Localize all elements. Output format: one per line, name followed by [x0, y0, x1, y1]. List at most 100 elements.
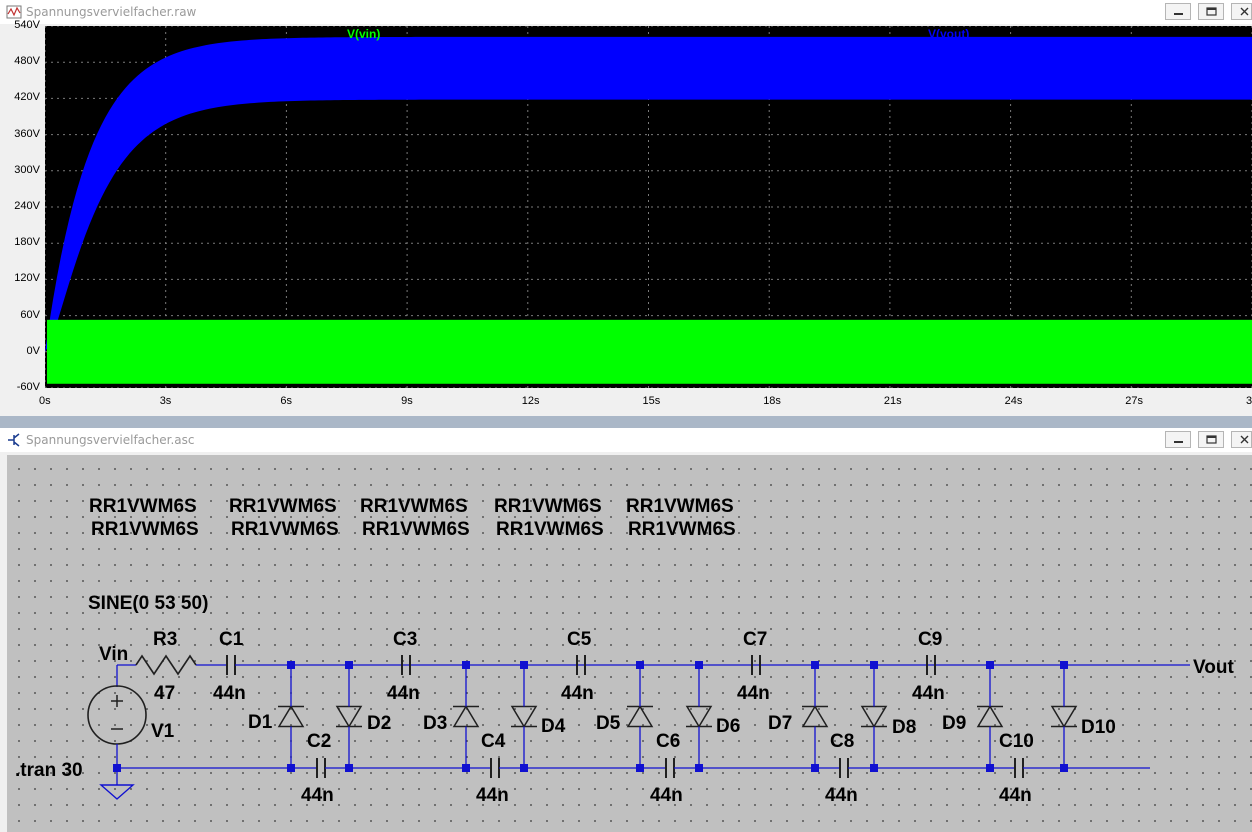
junction-node[interactable]: [345, 764, 353, 772]
diode-name-label[interactable]: D4: [541, 716, 566, 737]
diode-symbol[interactable]: [277, 705, 305, 728]
diode-name-label[interactable]: D3: [423, 713, 447, 734]
junction-node[interactable]: [636, 764, 644, 772]
capacitor-value-label[interactable]: 44n: [912, 683, 945, 704]
junction-node[interactable]: [287, 764, 295, 772]
diode-model-label[interactable]: RR1VWM6S: [229, 496, 337, 517]
vin-trace-label[interactable]: V(vin): [347, 27, 380, 41]
resistor-value-label[interactable]: 47: [154, 683, 175, 704]
input-net-label[interactable]: Vin: [99, 644, 128, 665]
diode-symbol[interactable]: [685, 705, 713, 728]
diode-model-label[interactable]: RR1VWM6S: [231, 519, 339, 540]
capacitor-name-label[interactable]: C3: [393, 629, 417, 650]
junction-node[interactable]: [870, 661, 878, 669]
junction-node[interactable]: [520, 764, 528, 772]
close-icon: [1240, 435, 1249, 444]
diode-model-label[interactable]: RR1VWM6S: [91, 519, 199, 540]
capacitor-name-label[interactable]: C8: [830, 731, 854, 752]
diode-model-label[interactable]: RR1VWM6S: [362, 519, 470, 540]
junction-node[interactable]: [986, 764, 994, 772]
capacitor-name-label[interactable]: C2: [307, 731, 331, 752]
diode-model-label[interactable]: RR1VWM6S: [628, 519, 736, 540]
vout-trace-label[interactable]: V(vout): [928, 27, 969, 41]
y-tick-label: 60V: [20, 308, 40, 321]
diode-name-label[interactable]: D7: [768, 713, 792, 734]
diode-model-label[interactable]: RR1VWM6S: [494, 496, 602, 517]
capacitor-value-label[interactable]: 44n: [825, 785, 858, 806]
junction-node[interactable]: [636, 661, 644, 669]
diode-name-label[interactable]: D6: [716, 716, 740, 737]
capacitor-value-label[interactable]: 44n: [737, 683, 770, 704]
junction-node[interactable]: [1060, 661, 1068, 669]
output-net-label[interactable]: Vout: [1193, 657, 1234, 678]
schematic-close-button[interactable]: [1231, 431, 1252, 448]
diode-name-label[interactable]: D2: [367, 713, 391, 734]
capacitor-value-label[interactable]: 44n: [650, 785, 683, 806]
diode-model-label[interactable]: RR1VWM6S: [360, 496, 468, 517]
junction-node[interactable]: [462, 661, 470, 669]
junction-node[interactable]: [462, 764, 470, 772]
junction-node[interactable]: [345, 661, 353, 669]
diode-model-label[interactable]: RR1VWM6S: [626, 496, 734, 517]
junction-node[interactable]: [287, 661, 295, 669]
capacitor-name-label[interactable]: C4: [481, 731, 506, 752]
diode-name-label[interactable]: D10: [1081, 717, 1116, 738]
diode-name-label[interactable]: D5: [596, 713, 621, 734]
x-tick-label: 24s: [1004, 395, 1023, 407]
schematic-titlebar[interactable]: Spannungsvervielfacher.asc: [0, 428, 1252, 452]
plot-area[interactable]: V(vin) V(vout): [45, 26, 1252, 388]
x-tick-label: 3s: [159, 395, 172, 407]
diode-symbol[interactable]: [801, 705, 829, 728]
capacitor-value-label[interactable]: 44n: [561, 683, 594, 704]
capacitor-value-label[interactable]: 44n: [213, 683, 246, 704]
ground-icon[interactable]: [99, 784, 135, 800]
diode-name-label[interactable]: D1: [248, 712, 273, 733]
source-value-label[interactable]: SINE(0 53 50): [88, 593, 208, 614]
diode-name-label[interactable]: D9: [942, 713, 966, 734]
schematic-minimize-button[interactable]: [1165, 431, 1191, 448]
junction-node[interactable]: [695, 764, 703, 772]
capacitor-value-label[interactable]: 44n: [999, 785, 1032, 806]
capacitor-name-label[interactable]: C7: [743, 629, 767, 650]
minimize-button[interactable]: [1165, 3, 1191, 20]
capacitor-value-label[interactable]: 44n: [301, 785, 334, 806]
tran-directive-label[interactable]: .tran 30: [15, 760, 83, 781]
close-icon: [1240, 7, 1249, 16]
schematic-restore-button[interactable]: [1198, 431, 1224, 448]
capacitor-name-label[interactable]: C6: [656, 731, 680, 752]
capacitor-name-label[interactable]: C10: [999, 731, 1034, 752]
diode-symbol[interactable]: [335, 705, 363, 728]
junction-node[interactable]: [986, 661, 994, 669]
diode-symbol[interactable]: [626, 705, 654, 728]
capacitor-value-label[interactable]: 44n: [476, 785, 509, 806]
junction-node[interactable]: [811, 764, 819, 772]
close-button[interactable]: [1231, 3, 1252, 20]
resistor-symbol[interactable]: [135, 654, 197, 676]
capacitor-name-label[interactable]: C9: [918, 629, 942, 650]
y-tick-label: 0V: [26, 344, 40, 357]
diode-symbol[interactable]: [510, 705, 538, 728]
capacitor-name-label[interactable]: C1: [219, 629, 244, 650]
diode-symbol[interactable]: [1050, 705, 1078, 728]
diode-symbol[interactable]: [860, 705, 888, 728]
plot-titlebar[interactable]: Spannungsvervielfacher.raw: [0, 0, 1252, 24]
y-tick-label: 180V: [14, 236, 40, 249]
junction-node[interactable]: [695, 661, 703, 669]
resistor-name-label[interactable]: R3: [153, 629, 177, 650]
junction-node[interactable]: [520, 661, 528, 669]
capacitor-name-label[interactable]: C5: [567, 629, 592, 650]
diode-symbol[interactable]: [452, 705, 480, 728]
source-name-label[interactable]: V1: [151, 721, 175, 742]
restore-button[interactable]: [1198, 3, 1224, 20]
diode-symbol[interactable]: [976, 705, 1004, 728]
diode-model-label[interactable]: RR1VWM6S: [496, 519, 604, 540]
schematic-canvas[interactable]: RR1VWM6S RR1VWM6S RR1VWM6S RR1VWM6S RR1VWM6S…: [7, 455, 1252, 832]
capacitor-value-label[interactable]: 44n: [387, 683, 420, 704]
diode-model-label[interactable]: RR1VWM6S: [89, 496, 197, 517]
vin-trace: [47, 319, 1252, 384]
junction-node[interactable]: [811, 661, 819, 669]
junction-node[interactable]: [1060, 764, 1068, 772]
junction-node[interactable]: [870, 764, 878, 772]
diode-name-label[interactable]: D8: [892, 717, 916, 738]
voltage-source-symbol[interactable]: [87, 685, 147, 745]
